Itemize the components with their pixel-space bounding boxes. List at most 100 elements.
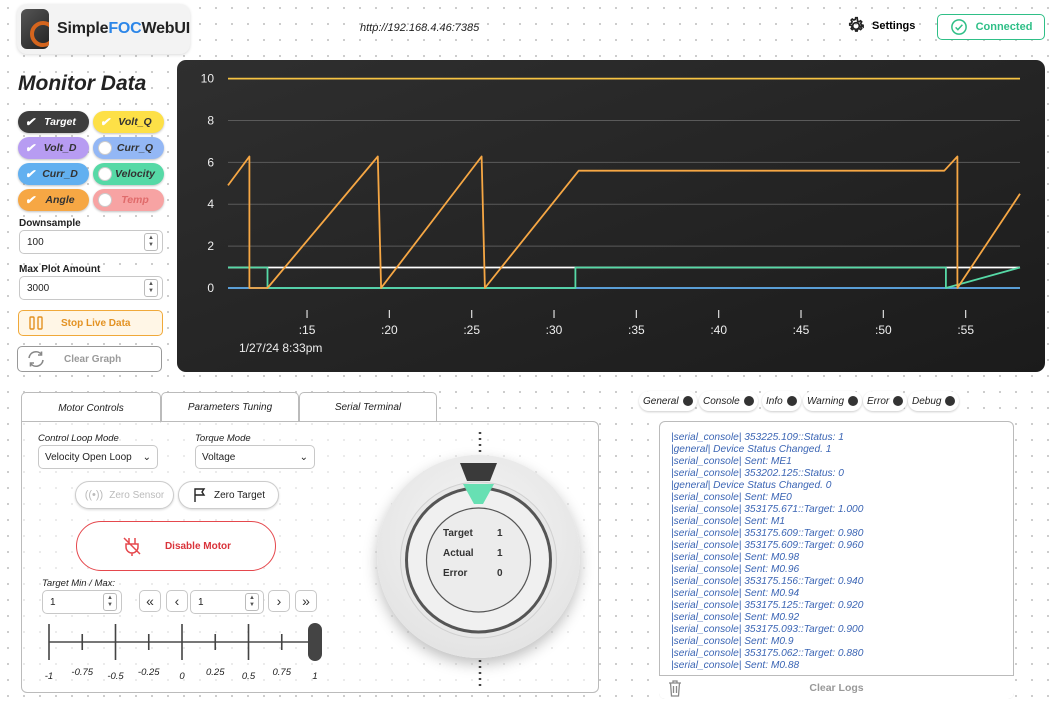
x-tick-label: :50 [875, 323, 892, 337]
log-panel[interactable]: |serial_console| 353225.109::Status: 1 |g… [659, 421, 1014, 699]
target-dial[interactable] [377, 455, 580, 658]
slider-tick-label: 1 [312, 671, 317, 682]
sensor-icon: ((•)) [84, 489, 104, 501]
x-tick-label: :35 [628, 323, 645, 337]
tab-serial-terminal[interactable]: Serial Terminal [299, 392, 437, 422]
log-filter-general[interactable]: General [639, 391, 697, 411]
x-tick-label: :25 [463, 323, 480, 337]
toggle-dot-icon [848, 396, 859, 406]
target-stepper[interactable]: ▲ ▼ [245, 593, 259, 611]
target-input[interactable]: 1 ▲ ▼ [190, 590, 264, 614]
app-brand: SimpleFOCWebUI [17, 4, 190, 54]
slider-tick-label: -0.5 [107, 671, 124, 682]
stop-live-data-button[interactable]: Stop Live Data [18, 310, 163, 336]
chip-velocity[interactable]: Velocity [93, 163, 164, 185]
zero-target-button[interactable]: Zero Target [178, 481, 279, 509]
log-line: |serial_console| 353175.609::Target: 0.9… [671, 540, 864, 551]
clear-graph-button[interactable]: Clear Graph [17, 346, 162, 372]
increment-button[interactable]: › [268, 590, 290, 612]
control-loop-value: Velocity Open Loop [45, 451, 132, 463]
chevron-down-icon: ⌄ [142, 451, 151, 463]
connected-button[interactable]: Connected [937, 14, 1045, 40]
toggle-dot-icon [786, 396, 797, 406]
max-plot-input[interactable]: 3000 ▲ ▼ [19, 276, 163, 300]
tab-motor-controls[interactable]: Motor Controls [21, 392, 161, 423]
gear-icon [848, 16, 864, 32]
slider-tick-label: -0.75 [71, 667, 93, 678]
zero-sensor-button[interactable]: ((•)) Zero Sensor [75, 481, 174, 509]
dial-ring [400, 463, 557, 639]
check-circle-icon [950, 19, 967, 35]
chip-curr-q[interactable]: Curr_Q [93, 137, 164, 159]
tab-parameters-tuning[interactable]: Parameters Tuning [161, 392, 299, 422]
log-line: |serial_console| 353175.609::Target: 0.9… [671, 528, 864, 539]
log-line: |serial_console| 353175.156::Target: 0.9… [671, 576, 864, 587]
log-filter-debug[interactable]: Debug [908, 391, 960, 411]
log-line: |serial_console| Sent: ME0 [671, 492, 792, 503]
connection-url: http://192.168.4.46:7385 [360, 22, 480, 34]
target-minmax-stepper[interactable]: ▲ ▼ [103, 593, 117, 611]
log-line: |serial_console| Sent: M0.9 [671, 636, 794, 647]
power-off-icon [123, 537, 141, 556]
double-chevron-right-icon: » [302, 593, 310, 609]
torque-mode-select[interactable]: Voltage ⌄ [195, 445, 315, 469]
target-slider[interactable]: -1 -0.75 -0.5 -0.25 0 0.25 0.5 0.75 1 [40, 620, 330, 690]
max-plot-stepper[interactable]: ▲ ▼ [144, 279, 158, 297]
log-filter-label: Console [703, 395, 740, 407]
y-tick-label: 2 [207, 239, 214, 253]
log-filter-label: Info [766, 395, 783, 407]
log-filter-warning[interactable]: Warning [803, 391, 863, 411]
chip-label: Curr_D [42, 168, 78, 180]
monitor-chart[interactable]: 0 2 4 6 8 10:15:20:25:30:35:40:45:50:55 1/27/2… [177, 60, 1045, 372]
clear-logs-button[interactable]: Clear Logs [659, 675, 1014, 699]
chip-volt-d[interactable]: ✔ Volt_D [18, 137, 89, 159]
chip-target[interactable]: ✔ Target [18, 111, 89, 133]
log-line: |serial_console| 353202.125::Status: 0 [671, 468, 844, 479]
settings-button[interactable]: Settings [846, 16, 915, 36]
app-logo [21, 9, 50, 49]
y-tick-label: 4 [207, 197, 214, 211]
chip-angle[interactable]: ✔ Angle [18, 189, 89, 211]
motor-tab-bar: Motor Controls Parameters Tuning Serial … [21, 392, 437, 423]
chip-volt-q[interactable]: ✔ Volt_Q [93, 111, 164, 133]
disable-motor-label: Disable Motor [164, 540, 232, 552]
log-filter-info[interactable]: Info [762, 391, 801, 411]
decrement-button[interactable]: ‹ [166, 590, 188, 612]
chip-curr-d[interactable]: ✔ Curr_D [18, 163, 89, 185]
downsample-input[interactable]: 100 ▲ ▼ [19, 230, 163, 254]
slider-tick-label: -1 [45, 671, 53, 682]
y-tick-label: 0 [207, 281, 214, 295]
trash-icon [669, 680, 681, 697]
dial-actual-label: Actual [443, 548, 474, 559]
log-line: |serial_console| Sent: ME1 [671, 456, 792, 467]
decrement-large-button[interactable]: « [139, 590, 161, 612]
control-loop-select[interactable]: Velocity Open Loop ⌄ [38, 445, 158, 469]
dial-target-value: 1 [497, 528, 503, 539]
disable-motor-button[interactable]: Disable Motor [76, 521, 276, 571]
check-icon: ✔ [24, 141, 36, 155]
log-filter-error[interactable]: Error [863, 391, 908, 411]
log-list: |serial_console| 353225.109::Status: 1 |g… [660, 422, 1013, 672]
flag-icon [194, 488, 206, 502]
target-minmax-input[interactable]: 1 ▲ ▼ [42, 590, 122, 614]
x-date-label: 1/27/24 8:33pm [239, 341, 322, 355]
target-minmax-label: Target Min / Max: [42, 578, 116, 589]
log-filter-label: Error [867, 395, 890, 407]
log-line: |serial_console| Sent: M0.94 [671, 588, 800, 599]
app-title: SimpleFOCWebUI [57, 20, 190, 37]
increment-large-button[interactable]: » [295, 590, 317, 612]
double-chevron-left-icon: « [146, 593, 154, 609]
series-line-3 [228, 266, 1021, 289]
log-filter-console[interactable]: Console [699, 391, 758, 411]
check-icon: ✔ [24, 193, 36, 207]
chevron-left-icon: ‹ [174, 593, 180, 609]
chip-temp[interactable]: Temp [93, 189, 164, 211]
max-plot-value: 3000 [27, 282, 50, 294]
log-line: |serial_console| Sent: M1 [671, 516, 786, 527]
downsample-stepper[interactable]: ▲ ▼ [144, 233, 158, 251]
log-line: |general| Device Status Changed. 0 [671, 480, 832, 491]
x-tick-label: :20 [381, 323, 398, 337]
slider-tick-label: 0.75 [273, 667, 292, 678]
log-line: |serial_console| 353175.125::Target: 0.9… [671, 600, 864, 611]
stop-live-data-label: Stop Live Data [61, 317, 131, 329]
